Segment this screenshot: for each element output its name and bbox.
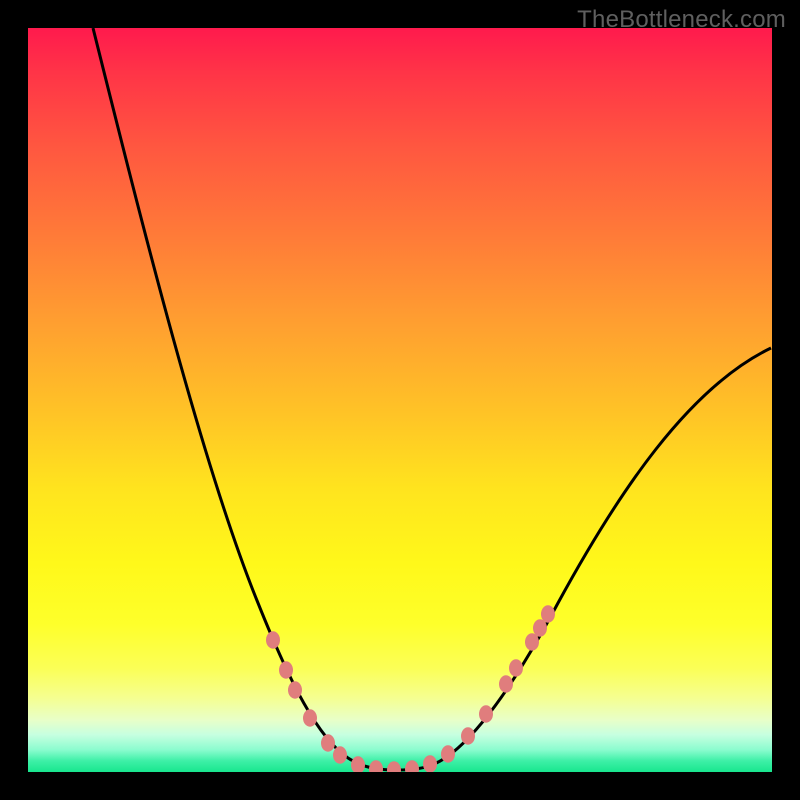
curve-layer xyxy=(28,28,772,772)
marker-right-4 xyxy=(525,633,539,651)
marker-left-5 xyxy=(333,746,347,764)
plot-area xyxy=(28,28,772,772)
marker-right-2 xyxy=(499,675,513,693)
bottleneck-curve xyxy=(93,28,771,770)
marker-bottom-1 xyxy=(369,760,383,772)
chart-frame: TheBottleneck.com xyxy=(0,0,800,800)
marker-bottom-5 xyxy=(441,745,455,763)
marker-left-1 xyxy=(279,661,293,679)
marker-right-6 xyxy=(541,605,555,623)
marker-right-0 xyxy=(461,727,475,745)
marker-bottom-0 xyxy=(351,756,365,772)
marker-bottom-3 xyxy=(405,760,419,772)
marker-right-1 xyxy=(479,705,493,723)
marker-right-5 xyxy=(533,619,547,637)
marker-left-4 xyxy=(321,734,335,752)
curve-markers xyxy=(266,605,555,772)
marker-left-3 xyxy=(303,709,317,727)
marker-left-2 xyxy=(288,681,302,699)
marker-bottom-4 xyxy=(423,755,437,772)
marker-bottom-2 xyxy=(387,761,401,772)
watermark-text: TheBottleneck.com xyxy=(577,6,786,34)
marker-right-3 xyxy=(509,659,523,677)
marker-left-0 xyxy=(266,631,280,649)
